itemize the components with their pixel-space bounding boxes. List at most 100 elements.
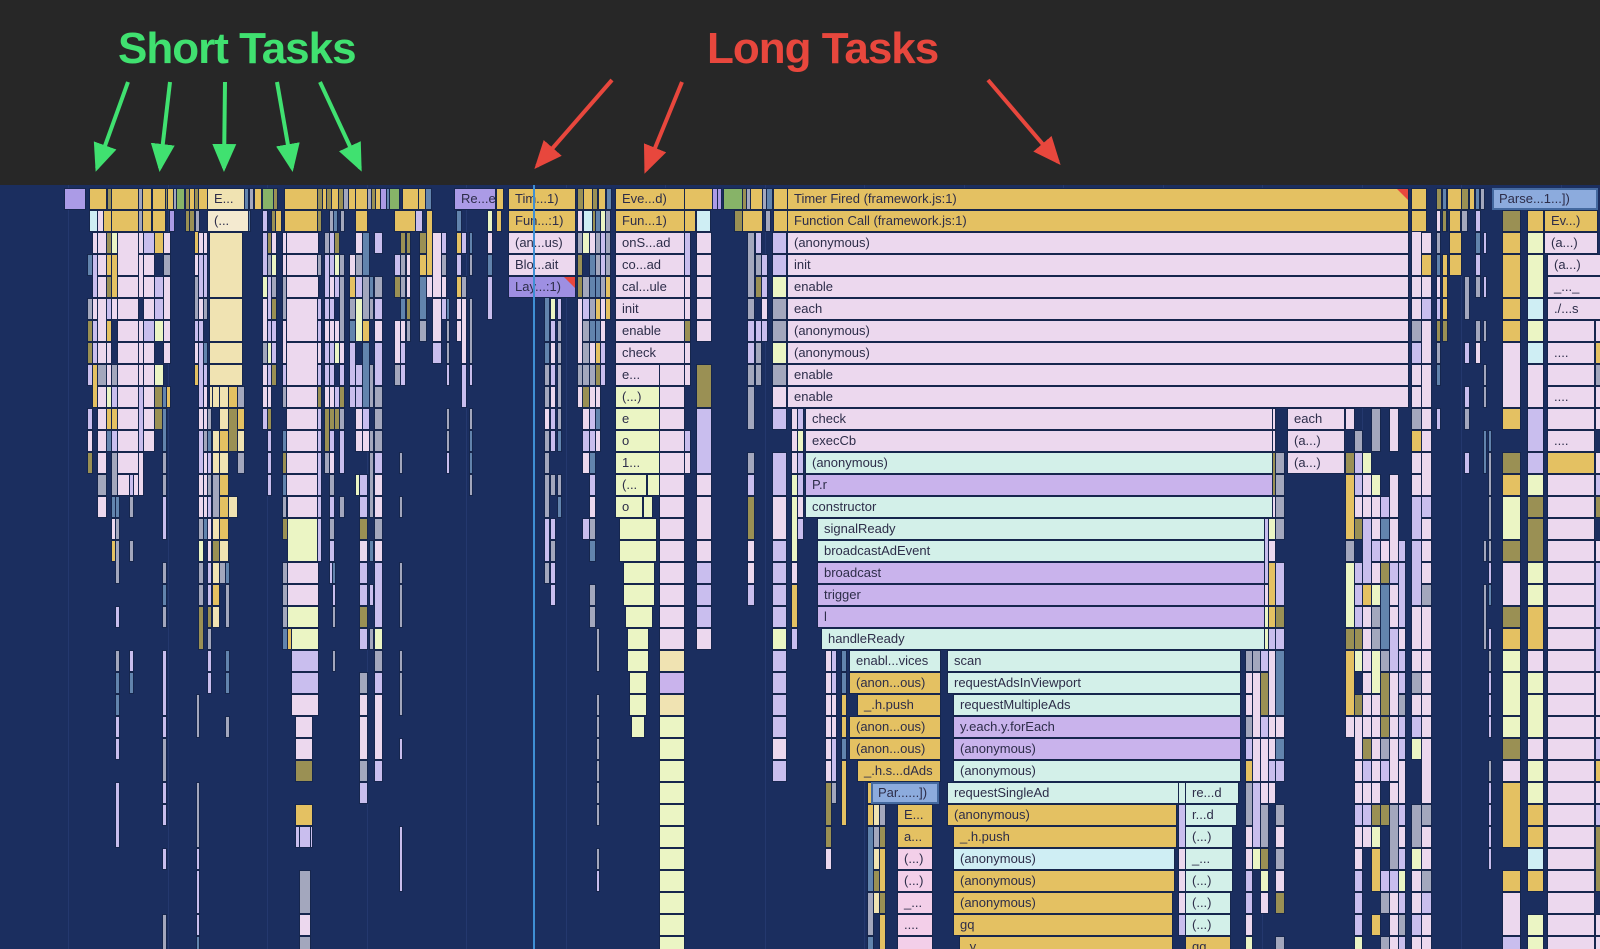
flame-strip-cell[interactable] — [1596, 761, 1600, 781]
flame-strip-cell[interactable] — [545, 409, 549, 429]
flame-strip-cell[interactable] — [1489, 541, 1491, 561]
flame-strip-cell[interactable] — [1253, 739, 1260, 781]
task-segment[interactable] — [1462, 211, 1467, 231]
flame-strip-cell[interactable] — [545, 563, 549, 583]
flame-strip-cell[interactable] — [1261, 849, 1268, 869]
task-segment[interactable] — [1470, 189, 1474, 209]
task-segment[interactable] — [274, 189, 277, 209]
flame-strip-cell[interactable] — [395, 277, 400, 297]
flame-strip-cell[interactable] — [442, 299, 446, 319]
flame-block[interactable]: (...) — [616, 387, 660, 407]
flame-strip-cell[interactable] — [1355, 717, 1362, 759]
flame-strip-cell[interactable] — [268, 475, 271, 495]
flame-strip-cell[interactable] — [1355, 915, 1362, 935]
flame-strip-cell[interactable] — [370, 431, 373, 451]
flame-strip-cell[interactable] — [335, 387, 339, 407]
flame-strip-cell[interactable] — [606, 233, 610, 253]
flame-strip-cell[interactable] — [400, 497, 402, 517]
flame-strip-cell[interactable] — [832, 695, 836, 715]
task-segment[interactable] — [244, 189, 248, 209]
flame-strip-cell[interactable] — [1450, 233, 1461, 253]
flame-strip-cell[interactable] — [1465, 277, 1469, 319]
flame-block-unlabeled[interactable] — [630, 673, 646, 693]
task-segment[interactable] — [263, 189, 273, 209]
flame-block[interactable]: (anon...ous) — [850, 739, 940, 759]
flame-strip-cell[interactable] — [545, 431, 549, 451]
task-segment[interactable] — [196, 211, 199, 231]
flame-strip-cell[interactable] — [360, 497, 367, 517]
flame-strip-cell[interactable] — [1381, 585, 1389, 649]
flame-block[interactable]: Eve...d) — [616, 189, 684, 209]
flame-strip-cell[interactable] — [116, 541, 119, 583]
flame-block[interactable]: .y — [960, 937, 1172, 949]
flame-strip-cell[interactable] — [1372, 563, 1380, 583]
flame-strip-cell[interactable] — [88, 365, 92, 385]
flame-strip-cell[interactable] — [288, 607, 318, 627]
task-segment[interactable] — [743, 189, 746, 209]
flame-strip-cell[interactable] — [1528, 211, 1543, 231]
flame-strip-cell[interactable] — [208, 563, 211, 583]
flame-block-unlabeled[interactable] — [624, 563, 654, 583]
flame-strip-cell[interactable] — [578, 365, 582, 385]
flame-strip-cell[interactable] — [197, 849, 199, 869]
flame-strip-cell[interactable] — [300, 871, 310, 913]
flame-strip-cell[interactable] — [1503, 871, 1520, 891]
flame-strip-cell[interactable] — [199, 563, 203, 583]
flame-strip-cell[interactable] — [163, 409, 166, 451]
flame-block[interactable]: (anon...ous) — [850, 717, 940, 737]
task-segment[interactable] — [497, 211, 501, 231]
flame-strip-cell[interactable] — [401, 299, 405, 319]
flame-block-unlabeled[interactable] — [1548, 651, 1594, 671]
flame-strip-cell[interactable] — [220, 475, 228, 495]
flame-strip-cell[interactable] — [116, 607, 119, 627]
flame-strip-cell[interactable] — [268, 365, 271, 385]
flame-block[interactable]: Parse...1...]) — [1493, 189, 1597, 209]
flame-strip-cell[interactable] — [1412, 937, 1421, 949]
flame-strip-cell[interactable] — [1179, 871, 1185, 891]
flame-strip-cell[interactable] — [1372, 783, 1380, 803]
flame-strip-cell[interactable] — [363, 321, 369, 341]
flame-strip-cell[interactable] — [1399, 695, 1405, 715]
flame-strip-cell[interactable] — [697, 277, 711, 297]
flame-strip-cell[interactable] — [1381, 563, 1389, 583]
flame-strip-cell[interactable] — [163, 563, 166, 583]
flame-strip-cell[interactable] — [832, 739, 836, 781]
flame-block[interactable]: gq — [954, 915, 1172, 935]
flame-strip-cell[interactable] — [1399, 871, 1405, 891]
task-segment[interactable] — [177, 189, 184, 209]
flame-strip-cell[interactable] — [363, 233, 369, 275]
flame-strip-cell[interactable] — [98, 475, 106, 495]
flame-strip-cell[interactable] — [606, 277, 610, 297]
flame-strip-cell[interactable] — [93, 365, 97, 407]
flame-strip-cell[interactable] — [1399, 717, 1405, 737]
flame-strip-cell[interactable] — [826, 673, 831, 693]
flame-strip-cell[interactable] — [1412, 893, 1421, 913]
flame-strip-cell[interactable] — [470, 233, 472, 253]
flame-strip-cell[interactable] — [1503, 475, 1520, 495]
flame-strip-cell[interactable] — [107, 409, 111, 429]
flame-block-unlabeled[interactable] — [1548, 541, 1594, 561]
flame-strip-cell[interactable] — [318, 497, 321, 517]
flame-strip-cell[interactable] — [420, 255, 426, 275]
flame-strip-cell[interactable] — [597, 849, 599, 869]
flame-strip-cell[interactable] — [826, 717, 831, 737]
task-segment[interactable] — [368, 189, 371, 209]
task-segment[interactable] — [330, 211, 333, 231]
task-segment[interactable] — [272, 211, 275, 231]
flame-strip-cell[interactable] — [356, 233, 362, 253]
flame-strip-cell[interactable] — [283, 563, 287, 583]
flame-strip-cell[interactable] — [208, 585, 211, 605]
flame-strip-cell[interactable] — [590, 343, 595, 363]
flame-strip-cell[interactable] — [325, 387, 329, 407]
flame-strip-cell[interactable] — [107, 277, 111, 297]
flame-strip-cell[interactable] — [1528, 673, 1543, 693]
flame-block[interactable]: Fun...:1) — [509, 211, 575, 231]
flame-strip-cell[interactable] — [1261, 717, 1268, 737]
flame-strip-cell[interactable] — [1443, 321, 1447, 341]
flame-strip-cell[interactable] — [1484, 321, 1486, 341]
flame-strip-cell[interactable] — [112, 233, 117, 253]
flame-strip-cell[interactable] — [204, 255, 207, 297]
flame-strip-cell[interactable] — [213, 607, 219, 627]
task-segment[interactable] — [285, 189, 318, 209]
flame-strip-cell[interactable] — [1399, 651, 1405, 671]
